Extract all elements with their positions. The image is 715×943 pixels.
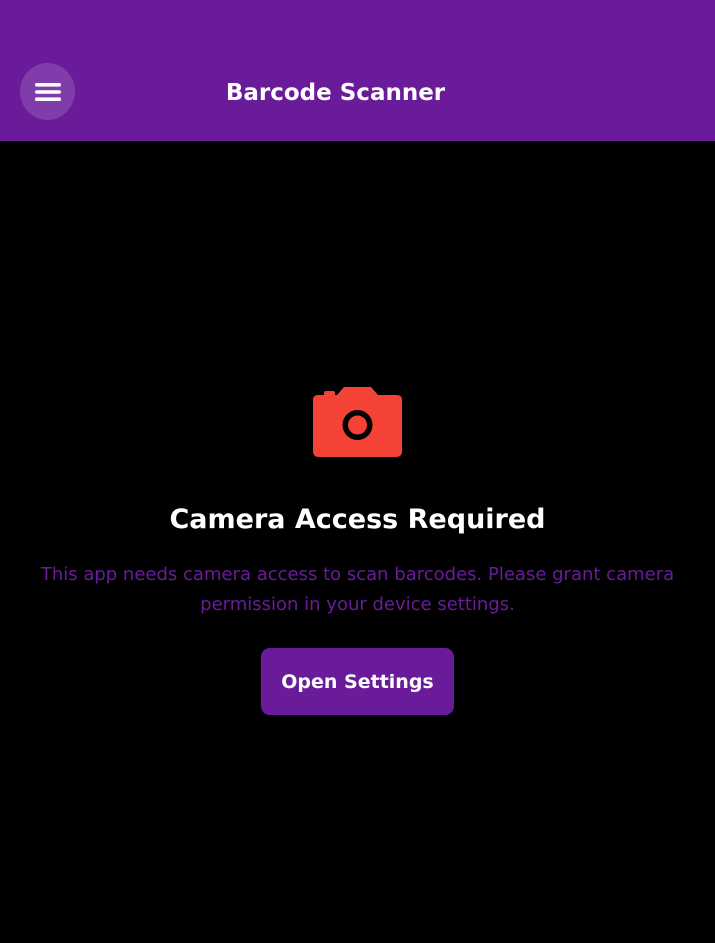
page-title: Barcode Scanner <box>225 80 446 106</box>
app-root: Barcode Scanner Camera Access Required T… <box>0 0 715 943</box>
app-header: Barcode Scanner <box>0 0 715 141</box>
permission-title: Camera Access Required <box>169 504 546 535</box>
permission-description: This app needs camera access to scan bar… <box>40 564 675 615</box>
open-settings-button[interactable]: Open Settings <box>261 648 454 715</box>
permission-panel: Camera Access Required This app needs ca… <box>0 141 715 943</box>
camera-icon <box>313 387 402 457</box>
